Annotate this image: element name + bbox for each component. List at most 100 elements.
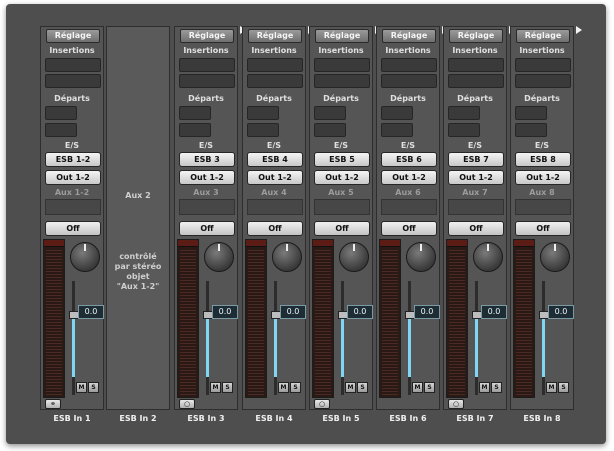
insert-slot-2[interactable] xyxy=(515,74,571,88)
meter-peak-indicator[interactable] xyxy=(313,240,333,247)
send-slot-1[interactable] xyxy=(448,106,480,120)
setting-button[interactable]: Réglage xyxy=(46,29,100,43)
pan-knob[interactable] xyxy=(473,242,503,272)
mute-button[interactable]: M xyxy=(345,382,356,393)
input-button[interactable]: ESB 5 xyxy=(314,152,370,167)
input-button[interactable]: ESB 3 xyxy=(179,152,235,167)
group-slot[interactable] xyxy=(247,199,303,215)
send-slot-2[interactable] xyxy=(314,123,346,137)
setting-button[interactable]: Réglage xyxy=(382,29,436,43)
group-slot[interactable] xyxy=(515,199,571,215)
volume-display[interactable]: 0.0 xyxy=(280,305,306,319)
input-button[interactable]: ESB 4 xyxy=(247,152,303,167)
send-slot-1[interactable] xyxy=(45,106,77,120)
volume-display[interactable]: 0.0 xyxy=(548,305,574,319)
meter-peak-indicator[interactable] xyxy=(447,240,467,247)
send-slot-2[interactable] xyxy=(45,123,77,137)
meter-peak-indicator[interactable] xyxy=(178,240,198,247)
group-slot[interactable] xyxy=(179,199,235,215)
output-button[interactable]: Out 1-2 xyxy=(448,170,504,185)
pan-knob[interactable] xyxy=(204,242,234,272)
output-button[interactable]: Out 1-2 xyxy=(515,170,571,185)
insert-slot-2[interactable] xyxy=(381,74,437,88)
send-slot-1[interactable] xyxy=(247,106,279,120)
pan-knob[interactable] xyxy=(272,242,302,272)
solo-button[interactable]: S xyxy=(558,382,569,393)
solo-button[interactable]: S xyxy=(222,382,233,393)
automation-button[interactable]: Off xyxy=(179,221,235,236)
insert-slot-1[interactable] xyxy=(515,58,571,72)
input-button[interactable]: ESB 1-2 xyxy=(45,152,101,167)
pan-knob[interactable] xyxy=(70,242,100,272)
send-slot-1[interactable] xyxy=(314,106,346,120)
send-slot-1[interactable] xyxy=(381,106,413,120)
automation-button[interactable]: Off xyxy=(381,221,437,236)
automation-button[interactable]: Off xyxy=(448,221,504,236)
meter-peak-indicator[interactable] xyxy=(380,240,400,247)
send-slot-2[interactable] xyxy=(179,123,211,137)
insert-slot-1[interactable] xyxy=(314,58,370,72)
mute-button[interactable]: M xyxy=(479,382,490,393)
group-slot[interactable] xyxy=(314,199,370,215)
automation-button[interactable]: Off xyxy=(45,221,101,236)
mute-button[interactable]: M xyxy=(546,382,557,393)
insert-slot-1[interactable] xyxy=(381,58,437,72)
setting-button[interactable]: Réglage xyxy=(180,29,234,43)
pan-knob[interactable] xyxy=(406,242,436,272)
output-button[interactable]: Out 1-2 xyxy=(381,170,437,185)
insert-slot-2[interactable] xyxy=(247,74,303,88)
insert-slot-2[interactable] xyxy=(45,74,101,88)
mono-input-icon[interactable]: ○ xyxy=(448,399,464,409)
volume-display[interactable]: 0.0 xyxy=(414,305,440,319)
insert-slot-1[interactable] xyxy=(448,58,504,72)
insert-slot-1[interactable] xyxy=(179,58,235,72)
output-button[interactable]: Out 1-2 xyxy=(314,170,370,185)
send-slot-2[interactable] xyxy=(247,123,279,137)
solo-button[interactable]: S xyxy=(424,382,435,393)
solo-button[interactable]: S xyxy=(290,382,301,393)
mute-button[interactable]: M xyxy=(412,382,423,393)
mono-input-icon[interactable]: ○ xyxy=(179,399,195,409)
stereo-link-icon[interactable]: ⚭ xyxy=(45,399,61,409)
setting-button[interactable]: Réglage xyxy=(248,29,302,43)
automation-button[interactable]: Off xyxy=(314,221,370,236)
insert-slot-2[interactable] xyxy=(179,74,235,88)
group-slot[interactable] xyxy=(45,199,101,215)
meter-peak-indicator[interactable] xyxy=(246,240,266,247)
insert-slot-2[interactable] xyxy=(448,74,504,88)
meter-peak-indicator[interactable] xyxy=(44,240,64,247)
input-button[interactable]: ESB 8 xyxy=(515,152,571,167)
output-button[interactable]: Out 1-2 xyxy=(45,170,101,185)
insert-slot-1[interactable] xyxy=(247,58,303,72)
automation-button[interactable]: Off xyxy=(515,221,571,236)
send-slot-1[interactable] xyxy=(179,106,211,120)
setting-button[interactable]: Réglage xyxy=(449,29,503,43)
mono-input-icon[interactable]: ○ xyxy=(314,399,330,409)
volume-display[interactable]: 0.0 xyxy=(347,305,373,319)
solo-button[interactable]: S xyxy=(491,382,502,393)
solo-button[interactable]: S xyxy=(88,382,99,393)
input-button[interactable]: ESB 7 xyxy=(448,152,504,167)
group-slot[interactable] xyxy=(448,199,504,215)
volume-display[interactable]: 0.0 xyxy=(212,305,238,319)
setting-button[interactable]: Réglage xyxy=(516,29,570,43)
input-button[interactable]: ESB 6 xyxy=(381,152,437,167)
pan-knob[interactable] xyxy=(339,242,369,272)
volume-display[interactable]: 0.0 xyxy=(78,305,104,319)
mute-button[interactable]: M xyxy=(278,382,289,393)
setting-button[interactable]: Réglage xyxy=(315,29,369,43)
send-slot-2[interactable] xyxy=(515,123,547,137)
send-slot-1[interactable] xyxy=(515,106,547,120)
volume-display[interactable]: 0.0 xyxy=(481,305,507,319)
insert-slot-1[interactable] xyxy=(45,58,101,72)
output-button[interactable]: Out 1-2 xyxy=(179,170,235,185)
meter-peak-indicator[interactable] xyxy=(514,240,534,247)
send-slot-2[interactable] xyxy=(381,123,413,137)
insert-slot-2[interactable] xyxy=(314,74,370,88)
pan-knob[interactable] xyxy=(540,242,570,272)
output-button[interactable]: Out 1-2 xyxy=(247,170,303,185)
mute-button[interactable]: M xyxy=(210,382,221,393)
mute-button[interactable]: M xyxy=(76,382,87,393)
group-slot[interactable] xyxy=(381,199,437,215)
automation-button[interactable]: Off xyxy=(247,221,303,236)
